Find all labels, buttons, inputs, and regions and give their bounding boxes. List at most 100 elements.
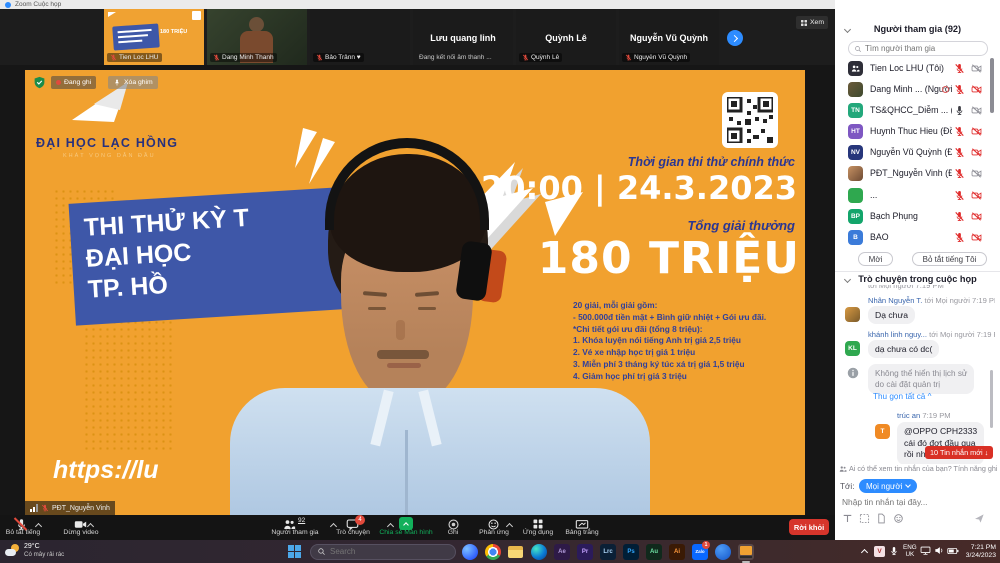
chrome-icon[interactable] <box>485 544 501 560</box>
chat-input[interactable] <box>840 496 990 508</box>
after-effects-icon[interactable]: Ae <box>554 544 570 560</box>
participant-row[interactable]: Tien Loc LHU (Tôi) <box>835 58 1000 78</box>
messenger-icon[interactable] <box>715 544 731 560</box>
view-button-label: Xem <box>810 19 824 26</box>
video-thumbnail[interactable]: Dang Minh Thanh <box>207 9 307 65</box>
avatar <box>848 61 863 76</box>
participant-row[interactable]: NV Nguyễn Vũ Quỳnh (Đồng chủ trì) <box>835 142 1000 162</box>
camera-off-icon <box>971 190 982 201</box>
chat-message-header: trúc an 7:19 PM <box>897 411 951 420</box>
zalo-icon[interactable]: Zalo 1 <box>692 544 708 560</box>
start-button[interactable] <box>288 545 301 558</box>
tray-cast-icon[interactable] <box>920 545 931 556</box>
tray-expand-chevron[interactable] <box>861 549 868 556</box>
participant-row[interactable]: B BAO <box>835 227 1000 247</box>
participants-button[interactable]: 92 Người tham gia <box>260 515 330 540</box>
screenshot-icon[interactable] <box>859 513 870 524</box>
stop-video-button[interactable]: Dừng video <box>52 515 110 540</box>
video-thumbnail[interactable]: Lưu quang linh Đang kết nối âm thanh ... <box>413 9 513 65</box>
grid-view-icon <box>800 19 808 27</box>
meeting-security-badge[interactable] <box>33 76 46 89</box>
recording-label: Đang ghi <box>64 79 91 86</box>
chat-scrollbar[interactable] <box>990 370 993 428</box>
clock[interactable]: 7:21 PM 3/24/2023 <box>962 544 996 560</box>
qr-code <box>722 92 778 148</box>
taskbar-search-input[interactable] <box>330 547 440 556</box>
invite-button[interactable]: Mời <box>858 252 893 266</box>
presenter-eye-left <box>368 307 386 310</box>
weather-temp: 29°C <box>24 543 64 551</box>
system-notice-bubble: Không thể hiển thị lịch sử do cài đặt qu… <box>868 364 974 394</box>
participant-row[interactable]: TN TS&QHCC_Diễm ... (Đồng chủ trì) <box>835 100 1000 120</box>
language-indicator[interactable]: ENG UK <box>903 544 917 558</box>
chevron-down-icon <box>906 482 912 488</box>
photoshop-icon[interactable]: Ps <box>623 544 639 560</box>
chat-message-header: khánh linh nguy... tới Mọi người 7:19 PM <box>868 330 995 339</box>
audition-icon[interactable]: Au <box>646 544 662 560</box>
thumb-center-name: Lưu quang linh <box>413 33 513 43</box>
format-text-icon[interactable] <box>842 513 853 524</box>
university-tagline: KHÁT VỌNG DẪN ĐẦU <box>63 153 156 159</box>
participant-row[interactable]: Dang Minh ... (Người chủ trì) <box>835 79 1000 99</box>
search-icon <box>854 45 862 53</box>
participant-row[interactable]: HT Huynh Thuc Hieu (Đồng chủ trì) <box>835 121 1000 141</box>
participant-row[interactable]: ... <box>835 185 1000 205</box>
window-titlebar: Zoom Cuộc họp <box>0 0 835 9</box>
next-videos-button[interactable] <box>727 30 743 46</box>
thumb-center-name: Nguyễn Vũ Quỳnh <box>619 33 719 43</box>
weather-widget[interactable]: 29°C Có mây rải rác <box>5 543 64 558</box>
participant-row[interactable]: BP Bạch Phụng <box>835 206 1000 226</box>
premiere-icon[interactable]: Pr <box>577 544 593 560</box>
mic-icon <box>954 105 965 116</box>
video-thumbnail[interactable]: 180 TRIỆU Tien Loc LHU <box>104 9 204 65</box>
time-label: Thời gian thi thử chính thức <box>628 155 795 169</box>
presenter-mustache <box>377 350 429 359</box>
thumb-person-head <box>249 17 264 32</box>
window-title: Zoom Cuộc họp <box>15 1 61 8</box>
video-thumbnail[interactable]: Bảo Trânn ♥ <box>310 9 410 65</box>
camera-off-icon <box>971 105 982 116</box>
participant-row[interactable]: PĐT_Nguyễn Vinh (Đồng chủ trì) <box>835 163 1000 183</box>
new-messages-button[interactable]: 10 Tin nhắn mới ↓ <box>925 446 993 459</box>
speaker-name: PĐT_Nguyễn Vinh <box>52 505 110 512</box>
slide-url: https://lu <box>53 456 159 485</box>
send-icon[interactable] <box>974 513 985 524</box>
whiteboard-button[interactable]: Bảng trắng <box>552 515 612 540</box>
tray-battery-icon[interactable] <box>947 545 959 557</box>
unmute-me-button[interactable]: Bỏ tắt tiếng Tôi <box>912 252 987 266</box>
video-thumbnail[interactable]: Quỳnh Lê Quỳnh Lê <box>516 9 616 65</box>
chat-message-list: tới Mọi người 7:19 PM Nhân Nguyễn T. tới… <box>835 285 995 464</box>
participant-search-input[interactable] <box>865 44 975 53</box>
camera-off-icon <box>971 63 982 74</box>
v-app-tray-icon[interactable]: V <box>874 546 885 557</box>
illustrator-icon[interactable]: Ai <box>669 544 685 560</box>
participant-search[interactable] <box>848 41 988 56</box>
headphones-band <box>325 138 489 230</box>
participants-scrollbar[interactable] <box>990 58 994 113</box>
zoom-active-app-icon[interactable] <box>738 544 754 560</box>
pin-icon <box>113 79 121 87</box>
lightroom-icon[interactable]: Lrc <box>600 544 616 560</box>
leave-button[interactable]: Rời khỏi <box>789 519 829 535</box>
avatar: KL <box>845 341 860 356</box>
taskbar-search[interactable] <box>310 544 456 560</box>
emoji-icon[interactable] <box>893 513 904 524</box>
attach-file-icon[interactable] <box>876 513 887 524</box>
participants-count: 92 <box>298 517 305 524</box>
file-explorer-icon[interactable] <box>508 544 524 560</box>
to-recipient-dropdown[interactable]: Mọi người <box>859 479 917 493</box>
collapse-all-link[interactable]: Thu gọn tất cả ^ <box>873 392 931 401</box>
copilot-icon[interactable] <box>462 544 478 560</box>
unpin-button[interactable]: Xóa ghim <box>108 76 158 89</box>
thumb-name: Bảo Trânn ♥ <box>325 54 361 61</box>
video-thumbnail[interactable]: Nguyễn Vũ Quỳnh Nguyễn Vũ Quỳnh <box>619 9 719 65</box>
edge-icon[interactable] <box>531 544 547 560</box>
weather-desc: Có mây rải rác <box>24 551 64 558</box>
thumb-name: Quỳnh Lê <box>531 54 559 61</box>
thumb-name: Dang Minh Thanh <box>222 54 274 61</box>
tray-mic-icon[interactable] <box>889 546 899 556</box>
presenter-eye-right <box>418 307 436 310</box>
view-button[interactable]: Xem <box>796 16 828 29</box>
mic-muted-icon <box>954 84 965 95</box>
tray-speaker-icon[interactable] <box>934 545 945 556</box>
